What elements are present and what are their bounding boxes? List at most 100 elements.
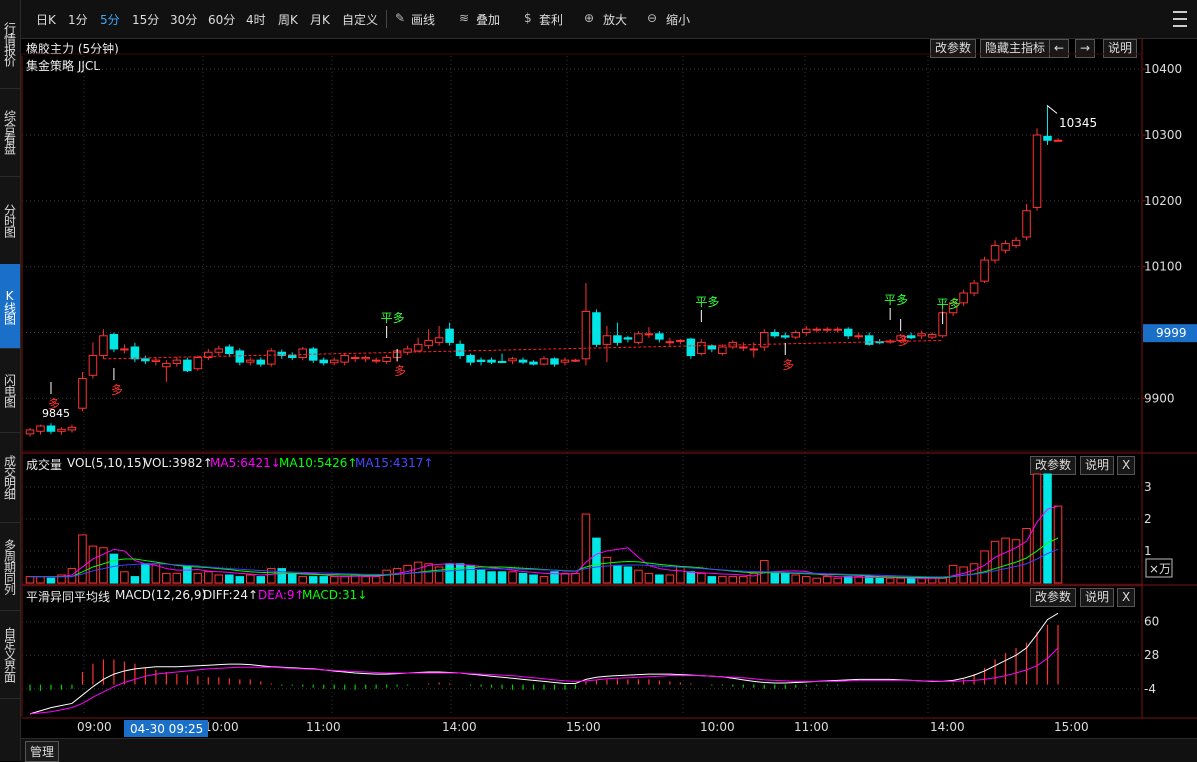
volume-bar (518, 572, 528, 584)
candle-body (697, 341, 706, 355)
volume-bar (927, 577, 937, 584)
candle-body (676, 339, 685, 342)
volume-bar (256, 576, 266, 584)
volume-bar (529, 574, 538, 584)
candle-body (822, 328, 832, 331)
manage-button[interactable]: 管理 (25, 741, 60, 762)
time-tick-label: 15:00 (566, 720, 601, 734)
volume-bar (476, 569, 486, 584)
candle-body (801, 328, 811, 334)
candle-body (634, 333, 643, 343)
candle-body (539, 358, 549, 365)
volume-bar (728, 576, 738, 584)
chart-canvas[interactable]: 平多多平多多平多多平多多多103459845 10400103001020010… (0, 0, 1197, 761)
candle-body (340, 355, 349, 363)
volume-bar (298, 576, 308, 584)
volume-bar (560, 572, 570, 584)
volume-bar (204, 571, 213, 584)
candle-body (46, 425, 56, 432)
candle-body (770, 332, 780, 337)
volume-bar (340, 576, 349, 584)
time-tick-label: 10:00 (204, 720, 239, 734)
current-price-label: 9999 (1156, 326, 1187, 340)
candle-body (791, 332, 801, 338)
candle-body (424, 339, 433, 347)
candle-body (266, 350, 276, 365)
candle-body (36, 425, 45, 432)
candle-body (382, 357, 391, 362)
signal-label: 平多 (695, 295, 719, 309)
volume-bar (896, 577, 905, 584)
candle-body (434, 337, 444, 343)
candle-body (413, 343, 423, 352)
volume-bar (707, 576, 717, 584)
candle-body (1053, 139, 1063, 142)
volume-bar (822, 576, 832, 584)
time-cursor-label: 04-30 09:25 (130, 722, 203, 736)
candle-body (256, 359, 266, 365)
signal-label: 多 (898, 334, 910, 348)
macd-tick-label: 60 (1144, 615, 1159, 629)
volume-bar (917, 577, 926, 584)
time-tick-label: 09:00 (77, 720, 112, 734)
candle-body (1011, 239, 1021, 247)
candle-body (172, 359, 182, 364)
candle-body (141, 358, 150, 362)
macd-diff-line (29, 612, 1059, 715)
candle-body (246, 359, 255, 363)
volume-bar (319, 576, 328, 584)
candle-body (476, 359, 486, 362)
candle-body (812, 328, 822, 331)
candle-body (990, 245, 1000, 261)
volume-bar (592, 537, 601, 584)
volume-bar (739, 576, 748, 584)
volume-bar (225, 574, 234, 584)
volume-bar (539, 576, 549, 584)
time-tick-label: 10:00 (700, 720, 735, 734)
candle-body (57, 428, 66, 432)
volume-bar (235, 576, 245, 584)
candle-body (686, 338, 696, 357)
volume-bar (487, 571, 496, 584)
volume-bar (392, 568, 402, 584)
candle-body (780, 335, 790, 338)
volume-bar (875, 577, 884, 584)
macd-tick-label: 28 (1144, 648, 1159, 662)
time-tick-label: 14:00 (930, 720, 965, 734)
volume-bar (571, 572, 580, 584)
candle-body (287, 355, 297, 359)
volume-bar (665, 574, 675, 584)
volume-bar (1001, 537, 1010, 584)
volume-bar (172, 572, 182, 584)
candle-body (739, 346, 748, 349)
candle-body (644, 333, 654, 336)
volume-bar (193, 572, 203, 584)
volume-bar (308, 576, 318, 584)
volume-bar (1043, 473, 1052, 584)
candle-body (508, 358, 517, 362)
candle-body (518, 359, 528, 363)
candle-body (707, 345, 717, 350)
candle-body (613, 335, 622, 343)
volume-bar (120, 571, 129, 584)
volume-bar (686, 571, 696, 584)
candle-body (361, 357, 370, 360)
volume-bar (812, 577, 822, 584)
candle-body (130, 346, 140, 360)
candle-body (466, 355, 475, 363)
candle-body (78, 378, 87, 409)
candle-body (927, 333, 937, 338)
candle-body (497, 360, 507, 363)
candle-body (329, 359, 339, 364)
volume-tick-label: 1 (1144, 544, 1152, 558)
candle-body (487, 359, 496, 363)
volume-bar (214, 574, 224, 584)
volume-bar (791, 574, 801, 584)
volume-bar (25, 576, 35, 584)
candle-body (623, 337, 633, 340)
volume-bar (990, 540, 1000, 584)
volume-bar (382, 569, 391, 584)
price-tick-label: 10400 (1144, 62, 1182, 76)
candle-body (602, 335, 612, 345)
macd-dea-line (29, 647, 1059, 715)
